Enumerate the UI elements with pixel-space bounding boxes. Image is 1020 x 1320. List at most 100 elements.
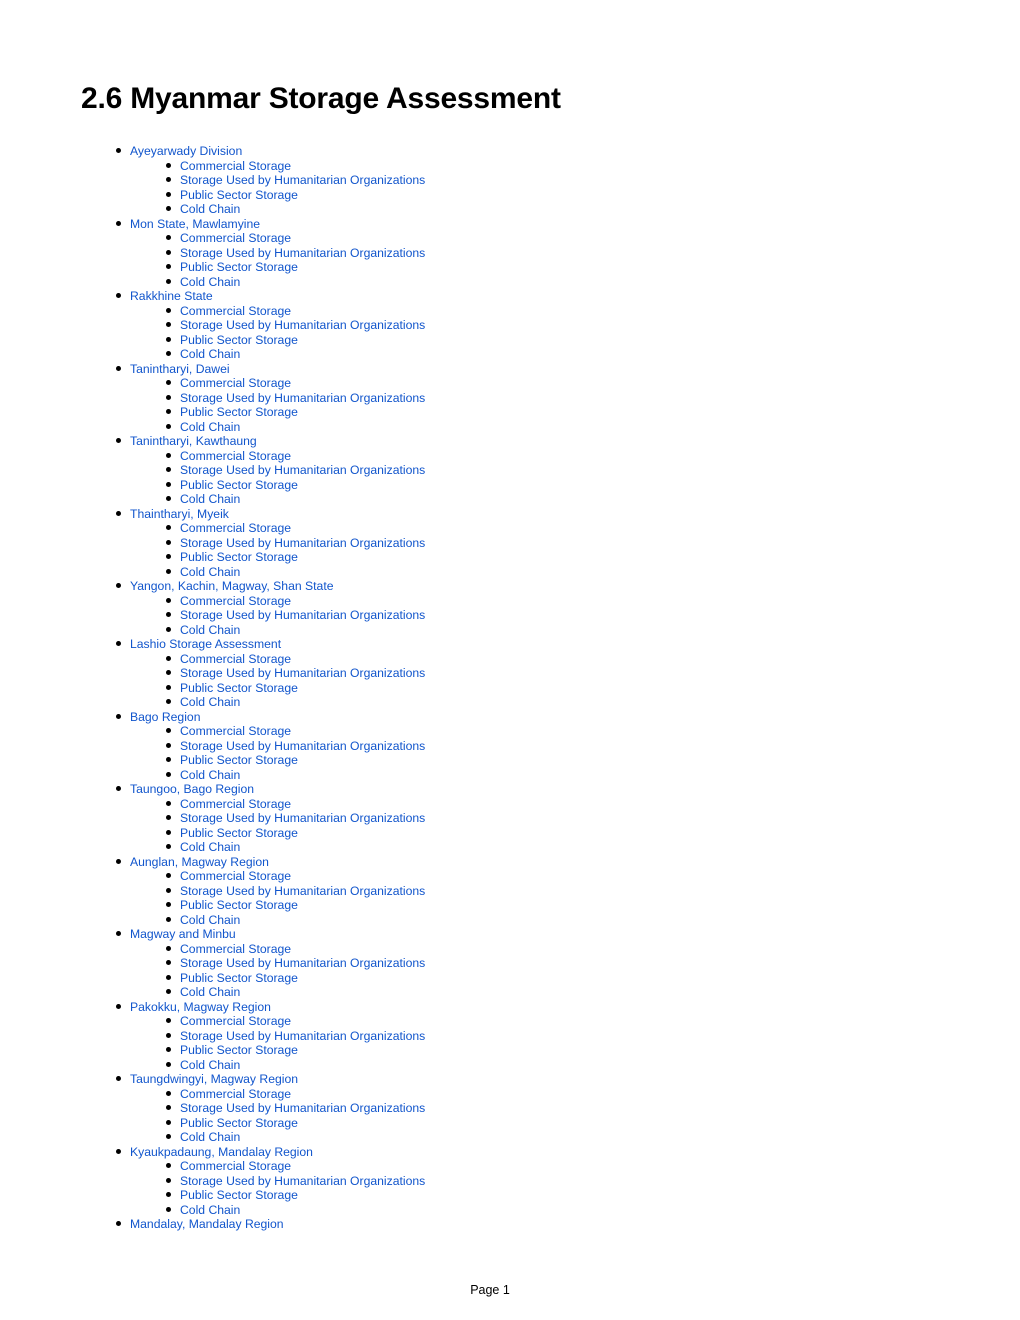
- toc-subitem-link[interactable]: Storage Used by Humanitarian Organizatio…: [180, 811, 425, 825]
- toc-subitem-link[interactable]: Cold Chain: [180, 565, 240, 579]
- toc-subitem: Storage Used by Humanitarian Organizatio…: [166, 463, 425, 478]
- toc-subitem-link[interactable]: Public Sector Storage: [180, 971, 298, 985]
- toc-subitem-link[interactable]: Cold Chain: [180, 985, 240, 999]
- toc-section-link[interactable]: Kyaukpadaung, Mandalay Region: [130, 1145, 313, 1159]
- toc-subitem-link[interactable]: Cold Chain: [180, 695, 240, 709]
- toc-subitem-link[interactable]: Commercial Storage: [180, 1014, 291, 1028]
- toc-sublist: Commercial Storage Storage Used by Humani…: [130, 869, 425, 927]
- toc-section-link[interactable]: Magway and Minbu: [130, 927, 236, 941]
- toc-sublist: Commercial Storage Storage Used by Humani…: [130, 449, 425, 507]
- toc-subitem-link[interactable]: Public Sector Storage: [180, 681, 298, 695]
- bullet-icon: [166, 496, 171, 501]
- toc-subitem-link[interactable]: Storage Used by Humanitarian Organizatio…: [180, 1174, 425, 1188]
- bullet-icon: [166, 1047, 171, 1052]
- bullet-icon: [116, 583, 121, 588]
- toc-section-link[interactable]: Bago Region: [130, 710, 200, 724]
- toc-subitem-link[interactable]: Storage Used by Humanitarian Organizatio…: [180, 666, 425, 680]
- bullet-icon: [116, 713, 121, 719]
- toc-section-link[interactable]: Tanintharyi, Dawei: [130, 362, 230, 376]
- toc-subitem-link[interactable]: Storage Used by Humanitarian Organizatio…: [180, 739, 425, 753]
- toc-subitem-link[interactable]: Storage Used by Humanitarian Organizatio…: [180, 956, 425, 970]
- toc-subitem-link[interactable]: Storage Used by Humanitarian Organizatio…: [180, 463, 425, 477]
- toc-subitem-link[interactable]: Storage Used by Humanitarian Organizatio…: [180, 536, 425, 550]
- toc-section-link[interactable]: Pakokku, Magway Region: [130, 1000, 271, 1014]
- toc-subitem-link[interactable]: Cold Chain: [180, 840, 240, 854]
- toc-subitem-link[interactable]: Cold Chain: [180, 202, 240, 216]
- toc-section-link[interactable]: Yangon, Kachin, Magway, Shan State: [130, 579, 333, 593]
- toc-subitem-link[interactable]: Public Sector Storage: [180, 405, 298, 419]
- toc-section-link[interactable]: Thaintharyi, Myeik: [130, 507, 229, 521]
- toc-sublist: Commercial Storage Storage Used by Humani…: [130, 1014, 425, 1072]
- toc-subitem-link[interactable]: Public Sector Storage: [180, 260, 298, 274]
- bullet-icon: [166, 394, 171, 400]
- toc-section-link[interactable]: Rakkhine State: [130, 289, 213, 303]
- toc-section-link[interactable]: Lashio Storage Assessment: [130, 637, 281, 651]
- toc-subitem-link[interactable]: Public Sector Storage: [180, 753, 298, 767]
- toc-subitem-link[interactable]: Public Sector Storage: [180, 333, 298, 347]
- toc-subitem: Cold Chain: [166, 1058, 425, 1073]
- toc-subitem-link[interactable]: Cold Chain: [180, 913, 240, 927]
- toc-subitem-link[interactable]: Storage Used by Humanitarian Organizatio…: [180, 1029, 425, 1043]
- toc-section-link[interactable]: Mon State, Mawlamyine: [130, 217, 260, 231]
- toc-subitem-link[interactable]: Commercial Storage: [180, 521, 291, 535]
- bullet-icon: [166, 452, 171, 458]
- bullet-icon: [166, 568, 171, 574]
- toc-subitem-link[interactable]: Commercial Storage: [180, 797, 291, 811]
- toc-subitem: Storage Used by Humanitarian Organizatio…: [166, 318, 425, 333]
- toc-subitem-link[interactable]: Commercial Storage: [180, 159, 291, 173]
- toc-subitem-link[interactable]: Commercial Storage: [180, 724, 291, 738]
- toc-subitem-link[interactable]: Commercial Storage: [180, 1159, 291, 1173]
- toc-subitem-link[interactable]: Cold Chain: [180, 275, 240, 289]
- toc-subitem-link[interactable]: Commercial Storage: [180, 231, 291, 245]
- toc-subitem-link[interactable]: Commercial Storage: [180, 304, 291, 318]
- toc-subitem-link[interactable]: Public Sector Storage: [180, 1043, 298, 1057]
- toc-subitem-link[interactable]: Commercial Storage: [180, 376, 291, 390]
- toc-section-link[interactable]: Aunglan, Magway Region: [130, 855, 269, 869]
- toc-subitem-link[interactable]: Public Sector Storage: [180, 898, 298, 912]
- toc-subitem-link[interactable]: Public Sector Storage: [180, 550, 298, 564]
- toc-subitem-link[interactable]: Cold Chain: [180, 1058, 240, 1072]
- toc-subitem-link[interactable]: Public Sector Storage: [180, 478, 298, 492]
- toc-subitem-link[interactable]: Storage Used by Humanitarian Organizatio…: [180, 391, 425, 405]
- toc-subitem-link[interactable]: Commercial Storage: [180, 594, 291, 608]
- toc-section-link[interactable]: Tanintharyi, Kawthaung: [130, 434, 257, 448]
- toc-subitem-link[interactable]: Cold Chain: [180, 420, 240, 434]
- toc-subitem-link[interactable]: Commercial Storage: [180, 869, 291, 883]
- toc-subitem: Storage Used by Humanitarian Organizatio…: [166, 884, 425, 899]
- bullet-icon: [166, 481, 171, 487]
- toc-subitem-link[interactable]: Cold Chain: [180, 623, 240, 637]
- toc-subitem-link[interactable]: Storage Used by Humanitarian Organizatio…: [180, 173, 425, 187]
- bullet-icon: [166, 829, 171, 835]
- toc-subitem-link[interactable]: Storage Used by Humanitarian Organizatio…: [180, 318, 425, 332]
- toc-subitem-link[interactable]: Commercial Storage: [180, 1087, 291, 1101]
- toc-section-link[interactable]: Mandalay, Mandalay Region: [130, 1217, 284, 1231]
- toc-subitem-link[interactable]: Commercial Storage: [180, 652, 291, 666]
- toc-subitem-link[interactable]: Storage Used by Humanitarian Organizatio…: [180, 608, 425, 622]
- toc-subitem-link[interactable]: Cold Chain: [180, 768, 240, 782]
- toc-subitem-link[interactable]: Public Sector Storage: [180, 826, 298, 840]
- toc-subitem-link[interactable]: Storage Used by Humanitarian Organizatio…: [180, 884, 425, 898]
- toc-subitem-link[interactable]: Storage Used by Humanitarian Organizatio…: [180, 1101, 425, 1115]
- toc-subitem-link[interactable]: Commercial Storage: [180, 942, 291, 956]
- bullet-icon: [166, 655, 171, 661]
- toc-subitem-link[interactable]: Public Sector Storage: [180, 1188, 298, 1202]
- toc-subitem-link[interactable]: Cold Chain: [180, 347, 240, 361]
- toc-section: Mandalay, Mandalay Region: [116, 1217, 425, 1232]
- toc-subitem-link[interactable]: Storage Used by Humanitarian Organizatio…: [180, 246, 425, 260]
- toc-section-link[interactable]: Taungdwingyi, Magway Region: [130, 1072, 298, 1086]
- toc-subitem-link[interactable]: Public Sector Storage: [180, 1116, 298, 1130]
- bullet-icon: [166, 728, 171, 733]
- toc-subitem: Cold Chain: [166, 275, 425, 290]
- toc-section-link[interactable]: Taungoo, Bago Region: [130, 782, 254, 796]
- toc-subitem-link[interactable]: Cold Chain: [180, 492, 240, 506]
- bullet-icon: [166, 844, 171, 849]
- toc-subitem-link[interactable]: Cold Chain: [180, 1203, 240, 1217]
- toc-subitem-link[interactable]: Cold Chain: [180, 1130, 240, 1144]
- toc-sublist: Commercial Storage Storage Used by Humani…: [130, 521, 425, 579]
- toc-section-link[interactable]: Ayeyarwady Division: [130, 144, 242, 158]
- bullet-icon: [116, 1221, 121, 1226]
- bullet-icon: [166, 235, 171, 240]
- toc-subitem: Storage Used by Humanitarian Organizatio…: [166, 739, 425, 754]
- toc-subitem-link[interactable]: Public Sector Storage: [180, 188, 298, 202]
- toc-subitem-link[interactable]: Commercial Storage: [180, 449, 291, 463]
